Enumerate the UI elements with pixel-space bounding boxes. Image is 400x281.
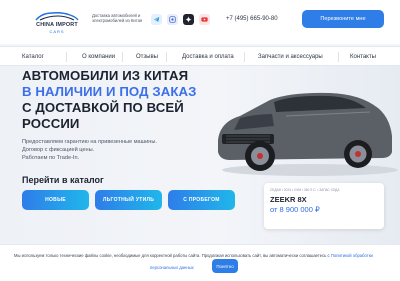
catalog-title: Перейти в каталог bbox=[22, 175, 104, 185]
hero-subtitle-line3: Работаем по Trade-In. bbox=[22, 155, 80, 161]
vk-icon[interactable] bbox=[167, 14, 178, 25]
nav-item-catalog[interactable]: Каталог bbox=[22, 47, 44, 67]
cookie-text: Мы используем только технические файлы c… bbox=[14, 253, 330, 258]
hero-title-line2: В НАЛИЧИИ И ПОД ЗАКАЗ bbox=[22, 84, 197, 99]
logo[interactable]: CHINA IMPORT CARS bbox=[28, 10, 86, 36]
hero-title-line1: АВТОМОБИЛИ ИЗ КИТАЯ bbox=[22, 68, 189, 83]
nav-item-about[interactable]: О компании bbox=[82, 47, 115, 67]
hero-title-line4: РОССИИ bbox=[22, 116, 80, 131]
new-cars-button[interactable]: НОВЫЕ bbox=[22, 190, 89, 210]
main-nav: Каталог О компании Отзывы Доставка и опл… bbox=[0, 46, 400, 66]
zen-icon[interactable] bbox=[183, 14, 194, 25]
logo-sub: CARS bbox=[49, 29, 65, 34]
nav-item-reviews[interactable]: Отзывы bbox=[136, 47, 158, 67]
nav-item-contacts[interactable]: Контакты bbox=[350, 47, 376, 67]
nav-divider bbox=[66, 52, 67, 62]
car-image bbox=[218, 92, 398, 176]
cookie-banner: Мы используем только технические файлы c… bbox=[0, 244, 400, 281]
preferential-fee-button[interactable]: ЛЬГОТНЫЙ УТИЛЬ bbox=[95, 190, 162, 210]
youtube-icon[interactable] bbox=[199, 14, 210, 25]
nav-divider bbox=[166, 52, 167, 62]
car-card-meta: СЕДАН • 2024 • 0 КМ • 360 Л.С. • ЗАПАС Х… bbox=[270, 188, 340, 192]
nav-item-parts[interactable]: Запчасти и аксессуары bbox=[258, 47, 323, 67]
hero-subtitle-line1: Предоставляем гарантию на привезенные ма… bbox=[22, 139, 157, 145]
nav-divider bbox=[122, 52, 123, 62]
telegram-icon[interactable] bbox=[151, 14, 162, 25]
hero-title-line3: С ДОСТАВКОЙ ПО ВСЕЙ bbox=[22, 100, 184, 115]
tagline: Доставка автомобилей и электромобилей из… bbox=[92, 13, 143, 24]
personal-data-link[interactable]: персональных данных bbox=[150, 265, 194, 270]
used-cars-button[interactable]: С ПРОБЕГОМ bbox=[168, 190, 235, 210]
nav-item-delivery[interactable]: Доставка и оплата bbox=[182, 47, 234, 67]
phone-number[interactable]: +7 (495) 665-90-80 bbox=[226, 16, 278, 22]
logo-name: CHINA IMPORT bbox=[36, 22, 78, 28]
privacy-policy-link[interactable]: Политикой обработки bbox=[331, 253, 373, 258]
car-logo-icon bbox=[35, 12, 79, 21]
car-card-name: ZEEKR 8X bbox=[270, 195, 307, 204]
nav-divider bbox=[244, 52, 245, 62]
top-bar: CHINA IMPORT CARS Доставка автомобилей и… bbox=[0, 0, 400, 44]
car-card[interactable]: СЕДАН • 2024 • 0 КМ • 360 Л.С. • ЗАПАС Х… bbox=[264, 183, 384, 229]
nav-divider bbox=[338, 52, 339, 62]
car-card-price: от 8 900 000 ₽ bbox=[270, 205, 320, 214]
cookie-accept-button[interactable]: Понятно bbox=[212, 259, 238, 273]
cookie-text-row: Мы используем только технические файлы c… bbox=[14, 253, 373, 258]
hero-subtitle-line2: Договор с фиксацией цены. bbox=[22, 147, 95, 153]
callback-button[interactable]: Перезвоните мне bbox=[302, 10, 384, 28]
